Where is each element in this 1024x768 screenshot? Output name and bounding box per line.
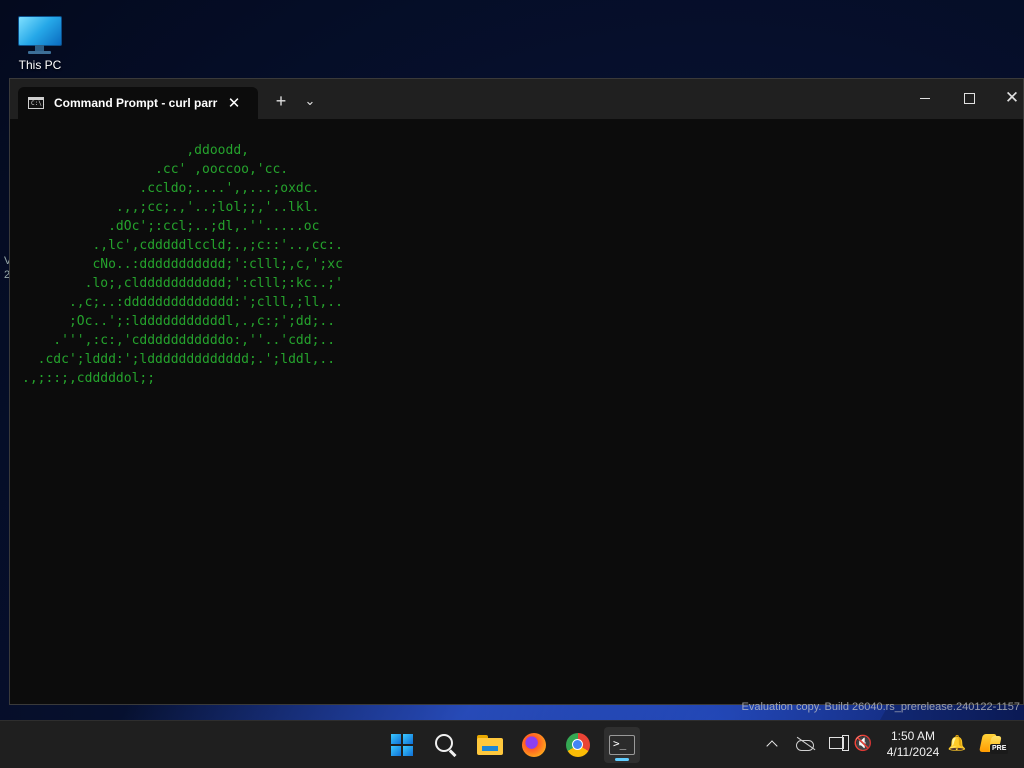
evaluation-watermark: Evaluation copy. Build 26040.rs_prerelea… xyxy=(741,701,1020,713)
tab-title: Command Prompt - curl parr xyxy=(54,96,218,110)
firefox-button[interactable] xyxy=(516,727,552,763)
terminal-line: .cdc';lddd:';lddddddddddddd;.';lddl,.. xyxy=(22,352,336,367)
close-window-button[interactable]: ✕ xyxy=(1001,87,1023,109)
chrome-button[interactable] xyxy=(560,727,596,763)
desktop-icon-this-pc[interactable]: This PC xyxy=(10,8,70,72)
terminal-line: .,;::;,cdddddol;; xyxy=(22,371,156,386)
terminal-line: .cc' ,ooccoo,'cc. xyxy=(22,162,289,177)
minimize-button[interactable] xyxy=(915,89,935,109)
clock-date: 4/11/2024 xyxy=(886,745,940,759)
terminal-window: C:\. Command Prompt - curl parr ✕ + ⌄ ✕ … xyxy=(9,78,1024,705)
tab-command-prompt[interactable]: C:\. Command Prompt - curl parr ✕ xyxy=(18,87,258,119)
terminal-icon: >_ xyxy=(609,735,635,755)
terminal-line: .,,;cc;.,'..;lol;;,'..lkl. xyxy=(22,200,320,215)
onedrive-offline-icon[interactable] xyxy=(794,736,816,752)
show-hidden-icons-chevron-icon[interactable] xyxy=(762,733,784,755)
notification-bell-icon[interactable]: 🔔 xyxy=(946,733,968,755)
close-tab-icon[interactable]: ✕ xyxy=(224,94,244,112)
new-tab-button[interactable]: + xyxy=(270,91,292,111)
terminal-line: ,ddoodd, xyxy=(22,143,249,158)
chrome-icon xyxy=(566,733,590,757)
terminal-line: cNo..:ddddddddddd;':clll;,c,';xc xyxy=(22,257,343,272)
network-icon[interactable] xyxy=(827,735,849,753)
copilot-icon[interactable]: PRE xyxy=(979,732,1009,756)
file-explorer-button[interactable] xyxy=(472,727,508,763)
start-button[interactable] xyxy=(384,727,420,763)
taskbar: >_ 🔇 1:50 AM 4/11/2024 🔔 PRE xyxy=(0,720,1024,768)
folder-icon xyxy=(477,735,503,755)
terminal-line: .,lc',cdddddlccld;.,;c::'..,cc:. xyxy=(22,238,343,253)
tab-bar: C:\. Command Prompt - curl parr ✕ + ⌄ ✕ xyxy=(10,79,1023,119)
terminal-line: .,c;..:dddddddddddddd:';clll,;ll,.. xyxy=(22,295,343,310)
terminal-output[interactable]: ,ddoodd, .cc' ,ooccoo,'cc. .ccldo;....',… xyxy=(22,141,1013,694)
clock-time: 1:50 AM xyxy=(890,729,936,743)
desktop-icon-label: This PC xyxy=(18,58,62,72)
volume-muted-icon[interactable]: 🔇 xyxy=(852,733,874,755)
terminal-button[interactable]: >_ xyxy=(604,727,640,763)
maximize-button[interactable] xyxy=(959,89,979,109)
search-button[interactable] xyxy=(428,727,464,763)
chevron-down-icon[interactable]: ⌄ xyxy=(300,91,320,111)
terminal-line: .dOc';:ccl;..;dl,.''.....oc xyxy=(22,219,320,234)
terminal-line: .lo;,clddddddddddd;':clll;:kc..;' xyxy=(22,276,343,291)
search-icon xyxy=(435,734,453,752)
this-pc-icon xyxy=(18,12,62,58)
clock[interactable]: 1:50 AM 4/11/2024 xyxy=(880,728,946,760)
copilot-pre-badge: PRE xyxy=(990,744,1009,754)
firefox-icon xyxy=(522,733,546,757)
terminal-line: .''',:c:,'cdddddddddddo:,''..'cdd;.. xyxy=(22,333,336,348)
active-indicator xyxy=(615,758,629,761)
terminal-line: .ccldo;....',,...;oxdc. xyxy=(22,181,320,196)
windows-logo-icon xyxy=(391,734,413,756)
terminal-line: ;Oc..';:ldddddddddddl,.,c:;';dd;.. xyxy=(22,314,336,329)
cmd-icon: C:\. xyxy=(28,97,45,109)
